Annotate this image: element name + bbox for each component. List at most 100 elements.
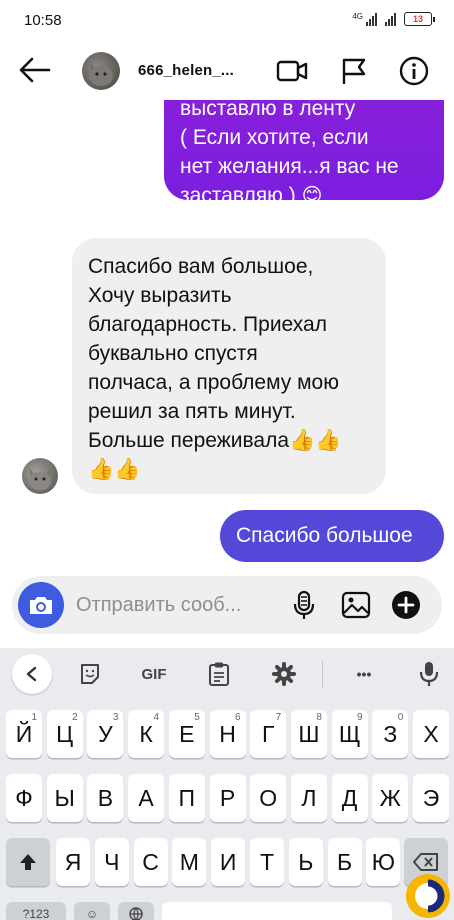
- avatar[interactable]: [82, 52, 120, 90]
- symbols-key[interactable]: ?123: [6, 902, 66, 920]
- key-hint: 7: [275, 712, 282, 723]
- status-time: 10:58: [24, 12, 62, 29]
- key-label: Й: [15, 720, 33, 747]
- message-line: выставлю в ленту: [180, 100, 356, 120]
- key[interactable]: В: [87, 774, 124, 822]
- key[interactable]: Г7: [250, 710, 287, 758]
- flag-icon[interactable]: [338, 56, 370, 86]
- key[interactable]: П: [168, 774, 205, 822]
- key-row-1: Й1Ц2У3К4Е5Н6Г7Ш8Щ9З0Х: [0, 710, 454, 758]
- key-hint: 6: [234, 712, 241, 723]
- emoji-key[interactable]: ☺: [74, 902, 110, 920]
- key[interactable]: О: [250, 774, 287, 822]
- message-input[interactable]: [76, 592, 286, 618]
- back-arrow-icon[interactable]: [18, 56, 52, 84]
- key-label: Х: [423, 720, 439, 747]
- chat-header: 666_helen_...: [0, 42, 454, 100]
- key-label: К: [139, 720, 153, 747]
- key[interactable]: Р: [209, 774, 246, 822]
- keyboard: GIF ••• Й 1 Ц 2 У 3 К 4 Е 5 Н 6 Г 7 Ш 8 …: [0, 648, 454, 920]
- camera-icon: [30, 597, 52, 614]
- key[interactable]: Д: [331, 774, 368, 822]
- key-label: Г: [261, 720, 275, 747]
- video-call-icon[interactable]: [276, 56, 308, 86]
- key[interactable]: Е5: [168, 710, 205, 758]
- status-icons: 4G 13: [352, 12, 435, 26]
- sticker-icon[interactable]: [74, 658, 106, 690]
- battery-icon: 13: [404, 12, 435, 26]
- more-button[interactable]: •••: [344, 658, 384, 690]
- key[interactable]: Я: [56, 838, 90, 886]
- key[interactable]: Н6: [209, 710, 246, 758]
- message-list[interactable]: выставлю в ленту ( Если хотите, если нет…: [0, 100, 454, 570]
- gear-icon[interactable]: [268, 658, 300, 690]
- key[interactable]: Ф: [6, 774, 42, 822]
- username[interactable]: 666_helen_...: [138, 62, 234, 79]
- key-label: Ц: [56, 720, 74, 747]
- message-line: благодарность. Приехал: [88, 313, 327, 336]
- outgoing-message[interactable]: Спасибо большое: [220, 510, 444, 562]
- key[interactable]: Т: [250, 838, 284, 886]
- signal-4g-icon: 4G: [352, 12, 377, 26]
- gif-button[interactable]: GIF: [134, 658, 174, 690]
- key[interactable]: А: [128, 774, 165, 822]
- key-label: З: [383, 720, 398, 747]
- key[interactable]: Х: [413, 710, 449, 758]
- key[interactable]: Ь: [288, 838, 323, 886]
- app-logo-icon: [406, 874, 450, 918]
- key[interactable]: И: [211, 838, 246, 886]
- key[interactable]: Ы: [46, 774, 83, 822]
- key-label: Е: [179, 720, 195, 747]
- key[interactable]: Ш8: [290, 710, 327, 758]
- key[interactable]: Л: [290, 774, 327, 822]
- key[interactable]: К4: [128, 710, 165, 758]
- key-hint: 5: [194, 712, 200, 723]
- key-hint: 8: [316, 712, 322, 723]
- key[interactable]: М: [172, 838, 207, 886]
- gallery-icon[interactable]: [340, 589, 372, 621]
- outgoing-message[interactable]: выставлю в ленту ( Если хотите, если нет…: [164, 100, 444, 207]
- key-hint: 2: [72, 712, 78, 723]
- globe-icon[interactable]: [118, 902, 154, 920]
- key[interactable]: Б: [327, 838, 362, 886]
- message-line: Больше переживала👍👍: [88, 429, 342, 452]
- status-bar: 10:58 4G 13: [0, 0, 454, 42]
- message-text: Спасибо большое: [236, 524, 413, 547]
- key[interactable]: Ж: [372, 774, 409, 822]
- microphone-icon[interactable]: [288, 589, 320, 621]
- message-line: Спасибо вам большое,: [88, 255, 314, 278]
- add-icon[interactable]: [390, 589, 422, 621]
- key[interactable]: Ю: [366, 838, 401, 886]
- key-label: Н: [219, 720, 236, 747]
- key-hint: 9: [357, 712, 363, 723]
- message-line: нет желания...я вас не: [180, 155, 399, 178]
- incoming-message[interactable]: Спасибо вам большое, Хочу выразить благо…: [72, 238, 386, 494]
- key[interactable]: Э: [413, 774, 449, 822]
- message-line: решил за пять минут.: [88, 400, 296, 423]
- message-line: заставляю ) 😊: [180, 181, 428, 211]
- key[interactable]: С: [133, 838, 168, 886]
- key[interactable]: Ц2: [46, 710, 83, 758]
- camera-button[interactable]: [18, 582, 64, 628]
- message-line: ( Если хотите, если: [180, 126, 369, 149]
- clipboard-icon[interactable]: [204, 658, 234, 690]
- key[interactable]: Щ9: [331, 710, 368, 758]
- space-key[interactable]: [162, 902, 392, 920]
- chevron-left-icon[interactable]: [12, 654, 52, 694]
- sender-avatar[interactable]: [22, 458, 58, 494]
- shift-key[interactable]: [6, 838, 50, 886]
- info-icon[interactable]: [398, 56, 430, 86]
- smile-emoji: 😊: [301, 185, 323, 207]
- message-line: буквально спустя: [88, 342, 258, 365]
- key[interactable]: Й1: [6, 710, 42, 758]
- key[interactable]: Ч: [94, 838, 129, 886]
- message-line: 👍👍: [88, 458, 141, 481]
- toolbar-divider: [322, 660, 323, 688]
- key-label: У: [98, 720, 113, 747]
- key-hint: 4: [153, 712, 160, 723]
- key-row-4: ?123 ☺: [0, 902, 454, 920]
- key[interactable]: У3: [87, 710, 124, 758]
- key-hint: 1: [31, 712, 37, 723]
- microphone-icon[interactable]: [414, 658, 444, 690]
- key[interactable]: З0: [372, 710, 409, 758]
